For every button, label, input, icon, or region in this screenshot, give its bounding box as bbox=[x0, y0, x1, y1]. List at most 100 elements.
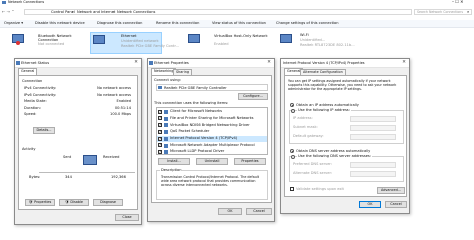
address-bar: ← → ⌃ Control Panel › Network and Intern… bbox=[0, 8, 474, 16]
nav-arrows[interactable]: ← → ⌃ bbox=[2, 10, 15, 14]
adapter-item[interactable]: Wi-Fi Unidentified... Realtek RTL8723DE … bbox=[280, 32, 364, 54]
list-item[interactable]: ✓ VirtualBox NDIS6 Bridged Networking Dri… bbox=[157, 122, 267, 128]
item-checkbox[interactable]: ✓ bbox=[158, 116, 162, 121]
properties-button[interactable]: 🛡 Properties bbox=[25, 199, 55, 206]
item-checkbox[interactable]: ✓ bbox=[158, 136, 162, 141]
adapter-name: VirtualBox Host-Only Network bbox=[214, 34, 268, 38]
uninstall-button[interactable]: Uninstall bbox=[196, 158, 228, 165]
component-icon bbox=[164, 123, 168, 128]
preferred-dns-field[interactable] bbox=[350, 162, 396, 168]
adapter-item[interactable]: VirtualBox Host-Only Network Enabled bbox=[188, 32, 268, 54]
item-checkbox[interactable]: ✓ bbox=[158, 109, 162, 114]
status-row-label: Duration: bbox=[24, 105, 41, 110]
cancel-button[interactable]: Cancel bbox=[246, 208, 272, 215]
subnet-mask-label: Subnet mask: bbox=[293, 125, 318, 129]
adapter-field: Realtek PCIe GBE Family Controller bbox=[156, 84, 268, 91]
manual-dns-radio[interactable] bbox=[291, 155, 295, 159]
adapter-icon bbox=[158, 86, 162, 89]
list-item[interactable]: ✓ Client for Microsoft Networks bbox=[157, 109, 267, 115]
received-label: Received bbox=[103, 155, 120, 159]
adapter-device: Realtek RTL8723DE 802.11b... bbox=[300, 43, 355, 47]
list-item[interactable]: ✓ Internet Protocol Version 4 (TCP/IPv4) bbox=[157, 135, 267, 142]
virtualbox-adapter-icon bbox=[188, 34, 200, 43]
status-row-label: IPv6 Connectivity: bbox=[24, 92, 57, 97]
item-label: VirtualBox NDIS6 Bridged Networking Driv… bbox=[170, 122, 250, 127]
dialog-title: Internet Protocol Version 4 (TCP/IPv4) P… bbox=[283, 61, 365, 65]
explorer-titlebar: Network Connections – ☐ ✕ bbox=[0, 0, 474, 6]
details-button[interactable]: Details... bbox=[33, 127, 55, 134]
install-button[interactable]: Install... bbox=[158, 158, 190, 165]
rename-button[interactable]: Rename this connection bbox=[156, 21, 199, 26]
close-button[interactable]: Close bbox=[115, 214, 139, 221]
diagnose-button[interactable]: Diagnose bbox=[93, 199, 123, 206]
auto-ip-radio[interactable] bbox=[290, 103, 294, 107]
general-panel: Connection IPv4 Connectivity: No network … bbox=[18, 75, 138, 210]
divider bbox=[39, 172, 135, 173]
default-gateway-field[interactable] bbox=[350, 134, 396, 140]
ok-button[interactable]: OK bbox=[218, 208, 242, 215]
tab-general[interactable]: General bbox=[18, 68, 38, 75]
close-icon[interactable]: ✕ bbox=[402, 60, 406, 66]
cancel-button[interactable]: Cancel bbox=[385, 201, 407, 208]
breadcrumb-item[interactable]: Network Connections bbox=[117, 10, 155, 15]
diagnose-button[interactable]: Diagnose this connection bbox=[97, 21, 142, 26]
items-list[interactable]: ✓ Client for Microsoft Networks ✓ File and … bbox=[156, 107, 268, 155]
item-checkbox[interactable]: ✓ bbox=[158, 143, 162, 148]
properties-button[interactable]: Properties bbox=[234, 158, 266, 165]
window-controls[interactable]: – ☐ ✕ bbox=[452, 0, 463, 4]
explorer-title: Network Connections bbox=[8, 0, 45, 4]
status-row-label: Speed: bbox=[24, 112, 37, 116]
alternate-dns-label: Alternate DNS server: bbox=[293, 171, 333, 175]
adapter-device: Realtek PCIe GBE Family Contr... bbox=[121, 44, 180, 48]
item-label: Microsoft LLDP Protocol Driver bbox=[170, 149, 225, 154]
close-icon[interactable]: ✕ bbox=[267, 60, 271, 66]
close-icon[interactable]: ✕ bbox=[134, 60, 138, 66]
advanced-button[interactable]: Advanced... bbox=[377, 187, 405, 194]
list-item[interactable]: ✓ Microsoft LLDP Protocol Driver bbox=[157, 149, 267, 155]
bytes-received: 192,366 bbox=[111, 175, 126, 179]
preferred-dns-label: Preferred DNS server: bbox=[293, 162, 333, 166]
connect-using-label: Connect using: bbox=[154, 78, 181, 82]
status-row-value: No network access bbox=[97, 92, 131, 97]
view-status-button[interactable]: View status of this connection bbox=[212, 21, 266, 26]
adapter-item[interactable]: Bluetooth Network Connection Not connect… bbox=[12, 32, 82, 56]
dns-group: Use the following DNS server addresses: … bbox=[289, 154, 404, 182]
ip-address-field[interactable] bbox=[350, 116, 396, 122]
manual-dns-label[interactable]: Use the following DNS server addresses: bbox=[297, 154, 373, 159]
item-checkbox[interactable]: ✓ bbox=[158, 123, 162, 128]
change-settings-button[interactable]: Change settings of this connection bbox=[276, 21, 338, 26]
list-item[interactable]: ✓ QoS Packet Scheduler bbox=[157, 129, 267, 135]
breadcrumb-item[interactable]: Network and Internet bbox=[77, 10, 115, 15]
ipv4-general-panel: You can get IP settings assigned automat… bbox=[284, 75, 407, 197]
configure-button[interactable]: Configure... bbox=[238, 93, 268, 100]
disconnected-icon bbox=[16, 41, 20, 45]
auto-ip-label[interactable]: Obtain an IP address automatically bbox=[296, 103, 359, 108]
organize-button[interactable]: Organize ▾ bbox=[4, 21, 23, 26]
validate-label[interactable]: Validate settings upon exit bbox=[296, 187, 344, 192]
item-checkbox[interactable]: ✓ bbox=[158, 149, 162, 154]
network-connections-icon bbox=[2, 1, 6, 4]
manual-ip-label[interactable]: Use the following IP address: bbox=[297, 108, 351, 113]
description-group: Description Transmission Control Protoco… bbox=[156, 168, 268, 200]
item-checkbox[interactable]: ✓ bbox=[158, 129, 162, 134]
validate-checkbox[interactable] bbox=[290, 187, 294, 191]
subnet-mask-field[interactable] bbox=[350, 125, 396, 131]
status-row-value: 00:51:14 bbox=[114, 105, 131, 110]
alternate-dns-field[interactable] bbox=[350, 171, 396, 177]
ok-button[interactable]: OK bbox=[359, 201, 381, 208]
auto-dns-radio[interactable] bbox=[290, 149, 294, 153]
list-item[interactable]: ✓ Microsoft Network Adapter Multiplexor P… bbox=[157, 143, 267, 149]
command-bar: Organize ▾ Disable this network device D… bbox=[0, 20, 474, 28]
auto-dns-label[interactable]: Obtain DNS server address automatically bbox=[296, 149, 370, 154]
ethernet-icon bbox=[16, 61, 20, 65]
disable-device-button[interactable]: Disable this network device bbox=[35, 21, 85, 26]
disable-button[interactable]: 🛡 Disable bbox=[59, 199, 89, 206]
manual-ip-radio[interactable] bbox=[291, 109, 295, 113]
search-input[interactable]: Search Network Connections bbox=[417, 10, 463, 14]
list-item[interactable]: ✓ File and Printer Sharing for Microsoft … bbox=[157, 116, 267, 122]
dialog-titlebar: Internet Protocol Version 4 (TCP/IPv4) P… bbox=[281, 59, 409, 68]
breadcrumb[interactable]: Control Panel › Network and Internet › N… bbox=[24, 9, 412, 15]
search-box[interactable]: Search Network Connections ⌕ bbox=[414, 9, 472, 15]
adapter-item-selected[interactable]: Ethernet Unidentified network Realtek PC… bbox=[90, 32, 179, 54]
intro-text: You can get IP settings assigned automat… bbox=[288, 79, 397, 91]
